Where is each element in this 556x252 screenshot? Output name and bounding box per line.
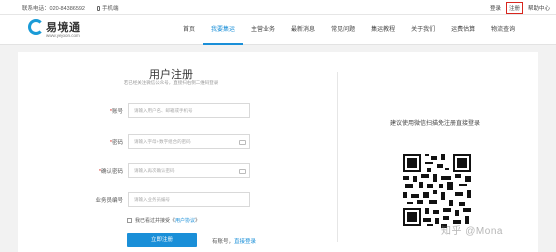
agree-checkbox[interactable] <box>127 218 132 223</box>
agreement-row: 我已看过并接受《 用户协议》 <box>127 217 200 224</box>
nav-menu: 首页 我要集运 主营业务 最新消息 常见问题 集运教程 关于我们 运费估算 物流… <box>175 15 523 45</box>
confirm-password-input[interactable] <box>129 164 249 177</box>
mobile-label: 手机端 <box>102 6 119 12</box>
confirm-password-field-box <box>128 163 250 178</box>
scan-instruction: 建议使用微信扫描免注册直接登录 <box>389 121 480 127</box>
field-row-salesperson: 业务员编号 <box>60 192 260 208</box>
account-field-box <box>128 103 250 118</box>
user-agreement-link[interactable]: 用户协议 <box>175 217 195 224</box>
salesperson-input[interactable] <box>129 193 249 206</box>
keyboard-icon[interactable] <box>239 140 246 145</box>
panel-divider <box>337 72 338 242</box>
contact-phone: 020-84386592 <box>49 6 85 12</box>
password-input[interactable] <box>129 135 249 148</box>
keyboard-icon[interactable] <box>239 169 246 174</box>
field-row-account: *账号 <box>60 103 260 119</box>
login-link[interactable]: 登录 <box>490 4 501 12</box>
field-label: *账号 <box>109 109 123 115</box>
page-subtitle: 若已经关注微信公众号，直接扫右侧二维码登录 <box>123 80 219 85</box>
phone-icon <box>97 6 100 11</box>
nav-item-tracking[interactable]: 物流查询 <box>483 15 523 45</box>
nav-item-about[interactable]: 关于我们 <box>403 15 443 45</box>
nav-item-tutorial[interactable]: 集运教程 <box>363 15 403 45</box>
agree-text: 我已看过并接受《 <box>135 218 176 224</box>
register-button[interactable]: 立即注册 <box>127 233 197 247</box>
logo[interactable]: 易境通 www.yejoon.com <box>28 18 98 42</box>
top-right-links: 登录 注册 帮助中心 <box>490 1 550 14</box>
contact-label: 联系电话： <box>22 6 50 12</box>
salesperson-field-box <box>128 192 250 207</box>
account-input[interactable] <box>129 104 249 117</box>
nav-item-shipping-estimate[interactable]: 运费估算 <box>443 15 483 45</box>
field-label: 业务员编号 <box>95 198 123 204</box>
nav-item-home[interactable]: 首页 <box>175 15 203 45</box>
field-row-password: *密码 <box>60 134 260 150</box>
field-label: *密码 <box>109 140 123 146</box>
main-navbar: 易境通 www.yejoon.com 首页 我要集运 主营业务 最新消息 常见问… <box>0 15 556 45</box>
mobile-link[interactable]: 手机端 <box>97 4 119 12</box>
qr-code <box>401 150 473 230</box>
nav-item-news[interactable]: 最新消息 <box>283 15 323 45</box>
logo-url: www.yejoon.com <box>46 33 80 38</box>
field-row-confirm-password: *确认密码 <box>60 163 260 179</box>
password-field-box <box>128 134 250 149</box>
login-prompt: 有账号，直接登录 <box>212 239 257 245</box>
direct-login-link[interactable]: 直接登录 <box>234 239 256 245</box>
top-bar: 联系电话：020-84386592 手机端 登录 注册 帮助中心 <box>0 0 556 15</box>
register-link[interactable]: 注册 <box>505 1 523 14</box>
nav-item-faq[interactable]: 常见问题 <box>323 15 363 45</box>
nav-item-business[interactable]: 主营业务 <box>243 15 283 45</box>
watermark: 知乎 @Mona <box>441 226 503 237</box>
nav-item-consolidation[interactable]: 我要集运 <box>203 15 244 45</box>
help-center-link[interactable]: 帮助中心 <box>528 4 550 12</box>
field-label: *确认密码 <box>98 169 123 175</box>
contact-info: 联系电话：020-84386592 <box>22 4 85 12</box>
logo-icon <box>28 19 44 35</box>
